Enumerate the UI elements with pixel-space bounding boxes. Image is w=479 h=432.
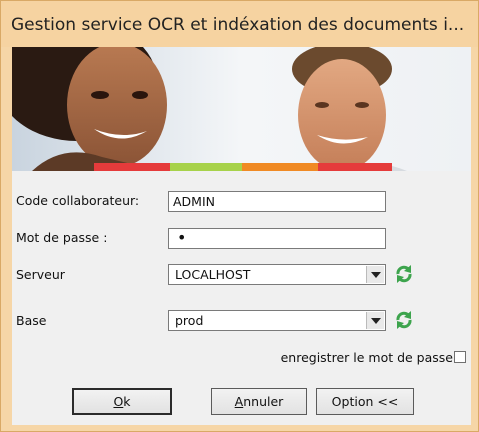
banner-photo — [12, 47, 471, 171]
user-code-input[interactable]: ADMIN — [168, 191, 386, 212]
cancel-button[interactable]: Annuler — [211, 388, 307, 415]
password-input[interactable]: • — [168, 228, 386, 249]
ok-mnemonic: O — [113, 394, 124, 409]
window-title: Gestion service OCR et indéxation des do… — [11, 15, 465, 35]
option-button[interactable]: Option << — [316, 388, 414, 415]
base-value: prod — [175, 313, 204, 328]
server-select[interactable]: LOCALHOST — [168, 264, 386, 285]
user-code-label: Code collaborateur: — [16, 193, 140, 208]
title-bar[interactable]: Gestion service OCR et indéxation des do… — [1, 1, 478, 47]
stripe-green — [170, 163, 242, 171]
ok-button[interactable]: Ok — [72, 388, 172, 415]
stripe-red-2 — [318, 163, 392, 171]
chevron-down-icon[interactable] — [366, 266, 384, 283]
cancel-label-rest: nnuler — [243, 394, 284, 409]
login-dialog: Gestion service OCR et indéxation des do… — [0, 0, 479, 432]
chevron-down-icon[interactable] — [366, 312, 384, 329]
password-label: Mot de passe : — [16, 230, 108, 245]
header-banner-image — [12, 47, 471, 171]
base-select[interactable]: prod — [168, 310, 386, 331]
server-label: Serveur — [16, 267, 65, 282]
remember-password-checkbox[interactable] — [454, 351, 466, 363]
stripe-red-1 — [94, 163, 170, 171]
server-value: LOCALHOST — [175, 267, 251, 282]
refresh-server-icon[interactable] — [394, 264, 414, 284]
cancel-mnemonic: A — [234, 394, 244, 409]
remember-password-label: enregistrer le mot de passe — [280, 350, 453, 365]
refresh-base-icon[interactable] — [394, 310, 414, 330]
ok-label-rest: k — [123, 394, 131, 409]
base-label: Base — [16, 313, 47, 328]
form-panel: Code collaborateur: ADMIN Mot de passe :… — [12, 171, 471, 425]
stripe-orange — [242, 163, 318, 171]
